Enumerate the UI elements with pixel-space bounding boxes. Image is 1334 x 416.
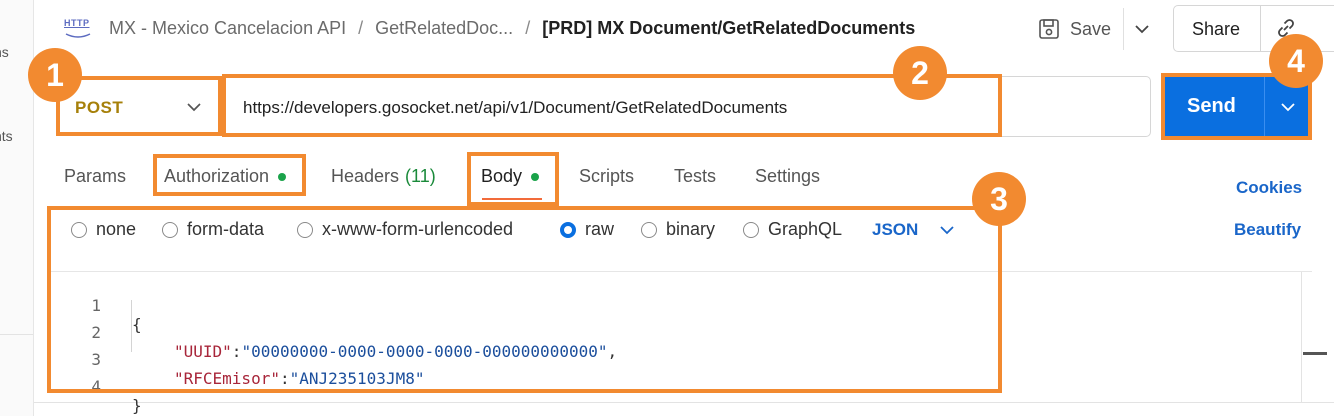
cookies-link[interactable]: Cookies xyxy=(1236,178,1302,198)
code-line[interactable]: 1 { xyxy=(0,277,141,334)
tab-settings[interactable]: Settings xyxy=(755,166,820,187)
request-header: HTTP MX - Mexico Cancelacion API / GetRela… xyxy=(34,0,1334,58)
share-button[interactable]: Share xyxy=(1192,19,1240,40)
tab-params[interactable]: Params xyxy=(64,166,126,187)
annotation-badge-3: 3 xyxy=(972,172,1026,226)
annotation-badge-4: 4 xyxy=(1269,34,1323,88)
breadcrumb-collection[interactable]: MX - Mexico Cancelacion API xyxy=(109,18,346,38)
annotation-box-url xyxy=(222,74,1002,137)
code-text: } xyxy=(132,396,142,415)
breadcrumb-folder[interactable]: GetRelatedDoc... xyxy=(375,18,513,38)
chevron-down-icon[interactable] xyxy=(1132,20,1152,38)
editor-right-border xyxy=(1301,272,1302,402)
tab-scripts[interactable]: Scripts xyxy=(579,166,634,187)
bottom-divider xyxy=(34,402,1334,403)
save-icon xyxy=(1038,18,1060,40)
share-divider xyxy=(1260,6,1261,51)
sidebar-text-mid[interactable]: nts xyxy=(0,128,13,144)
beautify-link[interactable]: Beautify xyxy=(1234,220,1301,240)
breadcrumb-separator: / xyxy=(358,18,364,38)
tab-label: Settings xyxy=(755,166,821,186)
breadcrumb-separator: / xyxy=(525,18,531,38)
annotation-box-body-editor xyxy=(47,206,1002,393)
annotation-box-body-tab xyxy=(467,152,559,206)
tab-tests[interactable]: Tests xyxy=(674,166,716,187)
scrollbar-handle[interactable] xyxy=(1303,352,1327,355)
tab-count: (11) xyxy=(405,166,436,186)
annotation-badge-1: 1 xyxy=(28,48,82,102)
http-icon: HTTP xyxy=(64,14,92,40)
tab-headers[interactable]: Headers (11) xyxy=(331,166,436,187)
tab-label: Tests xyxy=(674,166,717,186)
code-line[interactable]: 3 "RFCEmisor":"ANJ235103JM8" xyxy=(0,331,424,388)
tab-label: Scripts xyxy=(579,166,635,186)
tab-label: Headers xyxy=(331,166,400,186)
code-line[interactable]: 2 "UUID":"00000000-0000-0000-0000-000000… xyxy=(0,304,617,361)
annotation-box-authorization xyxy=(153,154,306,196)
breadcrumb: MX - Mexico Cancelacion API / GetRelatedDo… xyxy=(109,18,915,39)
code-line[interactable]: 4 } xyxy=(0,358,141,415)
save-button[interactable]: Save xyxy=(1038,14,1111,44)
request-title[interactable]: [PRD] MX Document/GetRelatedDocuments xyxy=(542,18,915,38)
tab-label: Params xyxy=(64,166,127,186)
annotation-badge-2: 2 xyxy=(893,46,947,100)
annotation-box-method xyxy=(56,76,222,136)
sidebar-text-top[interactable]: ns xyxy=(0,44,9,60)
save-label: Save xyxy=(1070,18,1112,39)
save-divider xyxy=(1123,8,1124,50)
